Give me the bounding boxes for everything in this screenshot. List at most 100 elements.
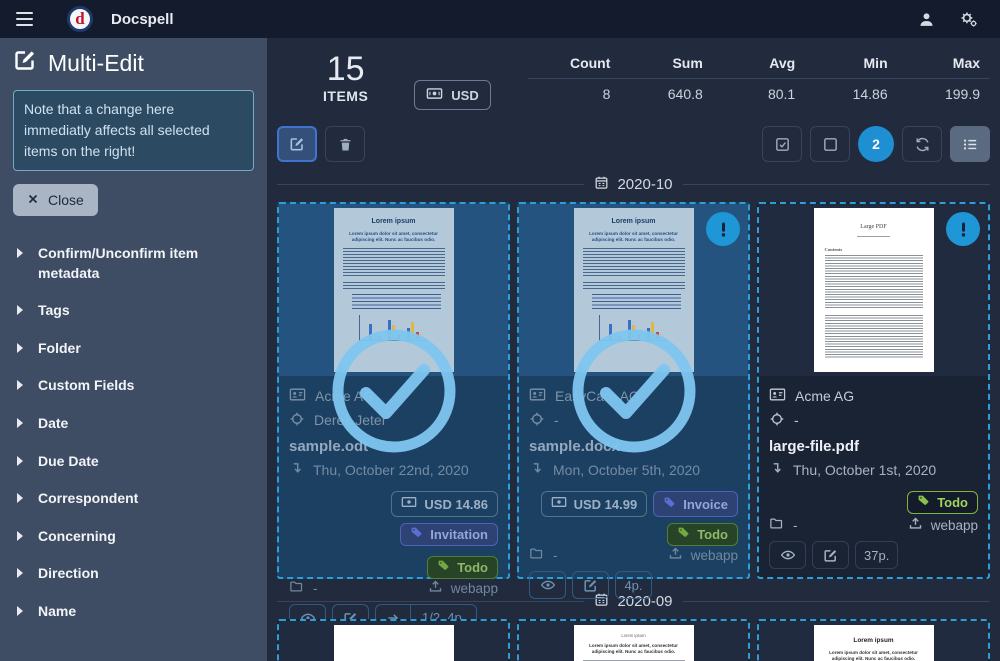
user-icon[interactable] <box>918 11 935 28</box>
item-date-row: Mon, October 5th, 2020 <box>529 461 738 479</box>
caret-right-icon <box>17 305 23 315</box>
accordion-label: Name <box>38 602 76 622</box>
list-view-button[interactable] <box>950 126 990 162</box>
accordion-item-custom-fields[interactable]: Custom Fields <box>13 368 254 404</box>
accordion-item-date[interactable]: Date <box>13 406 254 442</box>
document-preview: Lorem ipsum Lorem ipsum dolor sit amet, … <box>759 621 988 661</box>
concerning-name: - <box>794 412 799 428</box>
source-value: webapp <box>691 548 738 563</box>
item-card-partial[interactable]: Keywords in PDF <box>277 619 510 661</box>
sidebar-title-text: Multi-Edit <box>48 50 144 77</box>
item-card-partial[interactable]: Lorem ipsum Lorem ipsum dolor sit amet, … <box>757 619 990 661</box>
concerning-row: - <box>769 411 978 430</box>
item-card-large-file-pdf[interactable]: Large PDF Contents Acme AG - <box>757 202 990 579</box>
caret-right-icon <box>17 456 23 466</box>
stats-value-min: 14.86 <box>805 79 897 109</box>
accordion-item-folder[interactable]: Folder <box>13 331 254 367</box>
thumb-subtitle: Lorem ipsum dolor sit amet, consectetur … <box>343 231 445 243</box>
folder-icon <box>289 579 304 597</box>
preview-eye-button[interactable] <box>769 541 806 569</box>
accordion-item-due-date[interactable]: Due Date <box>13 444 254 480</box>
app-name[interactable]: Docspell <box>111 11 174 28</box>
accordion-item-tags[interactable]: Tags <box>13 293 254 329</box>
app-logo: d <box>67 6 93 32</box>
arrow-turn-down-icon <box>289 461 304 479</box>
amount-badge: USD 14.99 <box>541 491 648 517</box>
caret-right-icon <box>17 531 23 541</box>
item-footer: - webapp <box>529 546 738 571</box>
caret-right-icon <box>17 418 23 428</box>
item-card-partial[interactable]: Lorem ipsum Lorem ipsum dolor sit amet, … <box>517 619 750 661</box>
item-date: Mon, October 5th, 2020 <box>553 462 700 478</box>
edit-item-button[interactable] <box>572 571 609 599</box>
document-preview: Lorem ipsum Lorem ipsum dolor sit amet, … <box>279 204 508 376</box>
card-actions: 4p. <box>529 571 738 607</box>
item-card-sample-odt[interactable]: Lorem ipsum Lorem ipsum dolor sit amet, … <box>277 202 510 579</box>
accordion-item-concerning[interactable]: Concerning <box>13 519 254 555</box>
item-cards-grid-partial: Keywords in PDF Lorem ipsum Lorem ipsum … <box>277 619 990 661</box>
item-name[interactable]: large-file.pdf <box>769 438 978 455</box>
deselect-all-button[interactable] <box>810 126 850 162</box>
close-button[interactable]: Close <box>13 184 98 216</box>
menu-icon[interactable] <box>16 12 33 27</box>
sidebar-title: Multi-Edit <box>13 48 254 78</box>
caret-right-icon <box>17 568 23 578</box>
caret-right-icon <box>17 343 23 353</box>
caret-right-icon <box>17 380 23 390</box>
folder-value: - <box>553 548 558 563</box>
folder-icon <box>529 546 544 564</box>
accordion-label: Correspondent <box>38 489 138 509</box>
multi-edit-note: Note that a change here immediatly affec… <box>13 90 254 171</box>
tag-label: Todo <box>457 559 488 576</box>
accordion-item-confirm-metadata[interactable]: Confirm/Unconfirm item metadata <box>13 236 254 291</box>
warning-exclamation-icon <box>706 212 740 246</box>
accordion-label: Direction <box>38 564 99 584</box>
delete-selected-button[interactable] <box>325 126 365 162</box>
edit-selected-button[interactable] <box>277 126 317 162</box>
accordion-item-correspondent[interactable]: Correspondent <box>13 481 254 517</box>
stats-header-avg: Avg <box>713 48 805 78</box>
select-all-button[interactable] <box>762 126 802 162</box>
source-value: webapp <box>931 518 978 533</box>
accordion-item-direction[interactable]: Direction <box>13 556 254 592</box>
correspondent-name: EasyCare AG <box>555 388 640 404</box>
close-label: Close <box>48 192 84 208</box>
pages-button[interactable]: 4p. <box>615 571 652 599</box>
refresh-button[interactable] <box>902 126 942 162</box>
correspondent-name: Acme AG <box>795 388 854 404</box>
thumb-subtitle: Lorem ipsum dolor sit amet, consectetur … <box>583 231 685 243</box>
stats-value-sum: 640.8 <box>620 79 712 109</box>
address-card-icon <box>769 386 786 406</box>
accordion-label: Folder <box>38 339 81 359</box>
correspondent-row: Acme AG <box>769 386 978 406</box>
upload-icon <box>668 546 683 564</box>
item-card-sample-docx[interactable]: Lorem ipsum Lorem ipsum dolor sit amet, … <box>517 202 750 579</box>
tag-icon <box>917 494 930 511</box>
thumb-heading: Lorem ipsum <box>583 633 685 638</box>
accordion-label: Tags <box>38 301 70 321</box>
logo-letter: d <box>75 9 84 29</box>
pages-button[interactable]: 37p. <box>855 541 898 569</box>
settings-gears-icon[interactable] <box>959 10 978 29</box>
toolbar: 2 <box>277 126 990 162</box>
items-count-label: ITEMS <box>323 88 368 104</box>
item-meta: EasyCare AG - sample.docx Mon, October 5… <box>519 376 748 607</box>
item-name[interactable]: sample.odt <box>289 438 498 455</box>
item-name[interactable]: sample.docx <box>529 438 738 455</box>
tag-badge-todo: Todo <box>907 491 978 514</box>
thumb-title: Lorem ipsum <box>343 218 445 225</box>
summary-header: 15 ITEMS USD Count Sum Avg Min Max 8 <box>277 46 990 110</box>
accordion-item-name[interactable]: Name <box>13 594 254 630</box>
folder-value: - <box>793 518 798 533</box>
stats-header-count: Count <box>528 48 620 78</box>
edit-item-button[interactable] <box>812 541 849 569</box>
thumb-title: Large PDF <box>825 224 923 230</box>
item-date: Thu, October 1st, 2020 <box>793 462 936 478</box>
tag-label: Invitation <box>430 526 488 543</box>
stats-value-avg: 80.1 <box>713 79 805 109</box>
folder-icon <box>769 516 784 534</box>
tag-badge-invoice: Invoice <box>653 491 738 517</box>
preview-eye-button[interactable] <box>529 571 566 599</box>
concerning-row: - <box>529 411 738 430</box>
money-bill-icon <box>551 494 567 514</box>
